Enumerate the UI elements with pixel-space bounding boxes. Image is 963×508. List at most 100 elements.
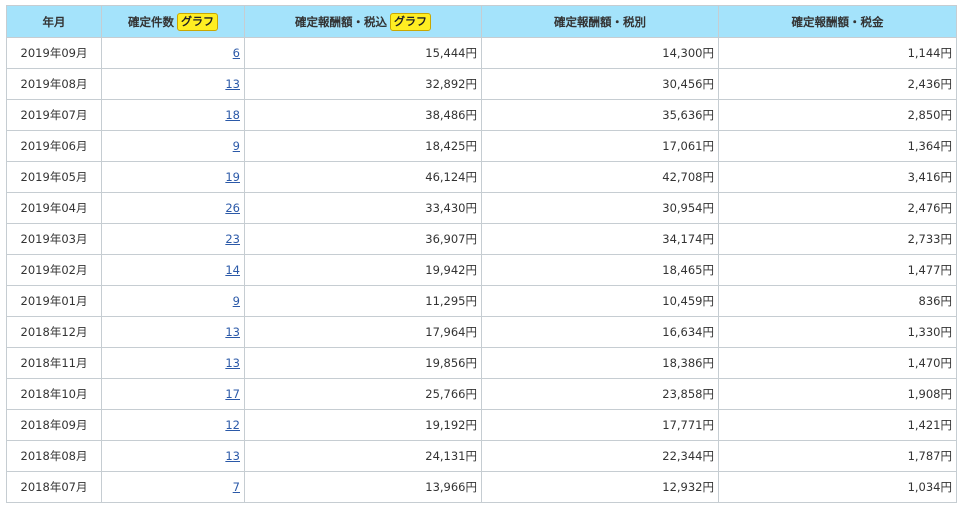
table-row: 2019年04月 26 33,430円 30,954円 2,476円 <box>6 192 957 224</box>
net-cell: 17,061円 <box>481 130 719 162</box>
gross-cell: 24,131円 <box>244 440 482 472</box>
table-row: 2019年05月 19 46,124円 42,708円 3,416円 <box>6 161 957 193</box>
gross-cell: 13,966円 <box>244 471 482 503</box>
net-cell: 18,386円 <box>481 347 719 379</box>
tax-cell: 1,421円 <box>718 409 957 441</box>
count-link[interactable]: 14 <box>225 263 240 277</box>
net-cell: 34,174円 <box>481 223 719 255</box>
count-link[interactable]: 23 <box>225 232 240 246</box>
month-cell: 2019年09月 <box>6 37 102 69</box>
month-cell: 2018年10月 <box>6 378 102 410</box>
tax-cell: 2,850円 <box>718 99 957 131</box>
gross-cell: 33,430円 <box>244 192 482 224</box>
count-cell: 13 <box>101 316 245 348</box>
net-cell: 30,456円 <box>481 68 719 100</box>
month-cell: 2019年05月 <box>6 161 102 193</box>
count-link[interactable]: 7 <box>233 480 240 494</box>
count-cell: 26 <box>101 192 245 224</box>
tax-cell: 2,476円 <box>718 192 957 224</box>
count-cell: 14 <box>101 254 245 286</box>
month-cell: 2019年07月 <box>6 99 102 131</box>
header-net: 確定報酬額・税別 <box>481 5 719 38</box>
table-row: 2018年09月 12 19,192円 17,771円 1,421円 <box>6 409 957 441</box>
header-net-label: 確定報酬額・税別 <box>554 14 646 29</box>
count-link[interactable]: 12 <box>225 418 240 432</box>
count-link[interactable]: 19 <box>225 170 240 184</box>
count-link[interactable]: 9 <box>233 139 240 153</box>
gross-cell: 11,295円 <box>244 285 482 317</box>
month-cell: 2019年08月 <box>6 68 102 100</box>
month-cell: 2019年06月 <box>6 130 102 162</box>
header-gross: 確定報酬額・税込 グラフ <box>244 5 482 38</box>
net-cell: 42,708円 <box>481 161 719 193</box>
gross-cell: 32,892円 <box>244 68 482 100</box>
count-cell: 7 <box>101 471 245 503</box>
count-link[interactable]: 18 <box>225 108 240 122</box>
month-cell: 2018年07月 <box>6 471 102 503</box>
table-row: 2019年03月 23 36,907円 34,174円 2,733円 <box>6 223 957 255</box>
net-cell: 12,932円 <box>481 471 719 503</box>
gross-cell: 19,942円 <box>244 254 482 286</box>
gross-cell: 46,124円 <box>244 161 482 193</box>
table-row: 2019年08月 13 32,892円 30,456円 2,436円 <box>6 68 957 100</box>
table-row: 2018年07月 7 13,966円 12,932円 1,034円 <box>6 471 957 503</box>
header-tax: 確定報酬額・税金 <box>718 5 957 38</box>
monthly-report-table: 年月 確定件数 グラフ 確定報酬額・税込 グラフ 確定報酬額・税別 確定報酬額・税金… <box>6 5 957 503</box>
count-link[interactable]: 13 <box>225 356 240 370</box>
gross-cell: 18,425円 <box>244 130 482 162</box>
month-cell: 2018年12月 <box>6 316 102 348</box>
count-link[interactable]: 17 <box>225 387 240 401</box>
gross-cell: 36,907円 <box>244 223 482 255</box>
header-count-label: 確定件数 <box>128 14 174 29</box>
tax-cell: 1,787円 <box>718 440 957 472</box>
count-link[interactable]: 13 <box>225 77 240 91</box>
header-count: 確定件数 グラフ <box>101 5 245 38</box>
table-row: 2019年07月 18 38,486円 35,636円 2,850円 <box>6 99 957 131</box>
tax-cell: 2,436円 <box>718 68 957 100</box>
table-row: 2019年01月 9 11,295円 10,459円 836円 <box>6 285 957 317</box>
table-row: 2018年11月 13 19,856円 18,386円 1,470円 <box>6 347 957 379</box>
count-link[interactable]: 13 <box>225 325 240 339</box>
net-cell: 30,954円 <box>481 192 719 224</box>
tax-cell: 1,330円 <box>718 316 957 348</box>
count-link[interactable]: 6 <box>233 46 240 60</box>
count-link[interactable]: 9 <box>233 294 240 308</box>
header-gross-label: 確定報酬額・税込 <box>295 14 387 29</box>
gross-cell: 25,766円 <box>244 378 482 410</box>
table-row: 2019年06月 9 18,425円 17,061円 1,364円 <box>6 130 957 162</box>
count-link[interactable]: 13 <box>225 449 240 463</box>
count-cell: 19 <box>101 161 245 193</box>
count-cell: 9 <box>101 285 245 317</box>
net-cell: 23,858円 <box>481 378 719 410</box>
gross-cell: 15,444円 <box>244 37 482 69</box>
table-row: 2019年02月 14 19,942円 18,465円 1,477円 <box>6 254 957 286</box>
tax-cell: 836円 <box>718 285 957 317</box>
net-cell: 10,459円 <box>481 285 719 317</box>
count-cell: 13 <box>101 347 245 379</box>
gross-cell: 19,856円 <box>244 347 482 379</box>
count-cell: 18 <box>101 99 245 131</box>
count-cell: 12 <box>101 409 245 441</box>
month-cell: 2018年09月 <box>6 409 102 441</box>
net-cell: 14,300円 <box>481 37 719 69</box>
tax-cell: 1,477円 <box>718 254 957 286</box>
count-cell: 23 <box>101 223 245 255</box>
net-cell: 17,771円 <box>481 409 719 441</box>
header-month-label: 年月 <box>42 14 66 29</box>
tax-cell: 3,416円 <box>718 161 957 193</box>
count-link[interactable]: 26 <box>225 201 240 215</box>
gross-graph-button[interactable]: グラフ <box>390 12 431 31</box>
count-graph-button[interactable]: グラフ <box>177 12 218 31</box>
net-cell: 22,344円 <box>481 440 719 472</box>
table-row: 2018年12月 13 17,964円 16,634円 1,330円 <box>6 316 957 348</box>
tax-cell: 1,364円 <box>718 130 957 162</box>
gross-cell: 19,192円 <box>244 409 482 441</box>
table-row: 2018年10月 17 25,766円 23,858円 1,908円 <box>6 378 957 410</box>
header-month: 年月 <box>6 5 102 38</box>
tax-cell: 2,733円 <box>718 223 957 255</box>
tax-cell: 1,034円 <box>718 471 957 503</box>
count-cell: 17 <box>101 378 245 410</box>
table-header-row: 年月 確定件数 グラフ 確定報酬額・税込 グラフ 確定報酬額・税別 確定報酬額・税金 <box>6 5 957 38</box>
month-cell: 2019年04月 <box>6 192 102 224</box>
header-tax-label: 確定報酬額・税金 <box>791 14 884 29</box>
